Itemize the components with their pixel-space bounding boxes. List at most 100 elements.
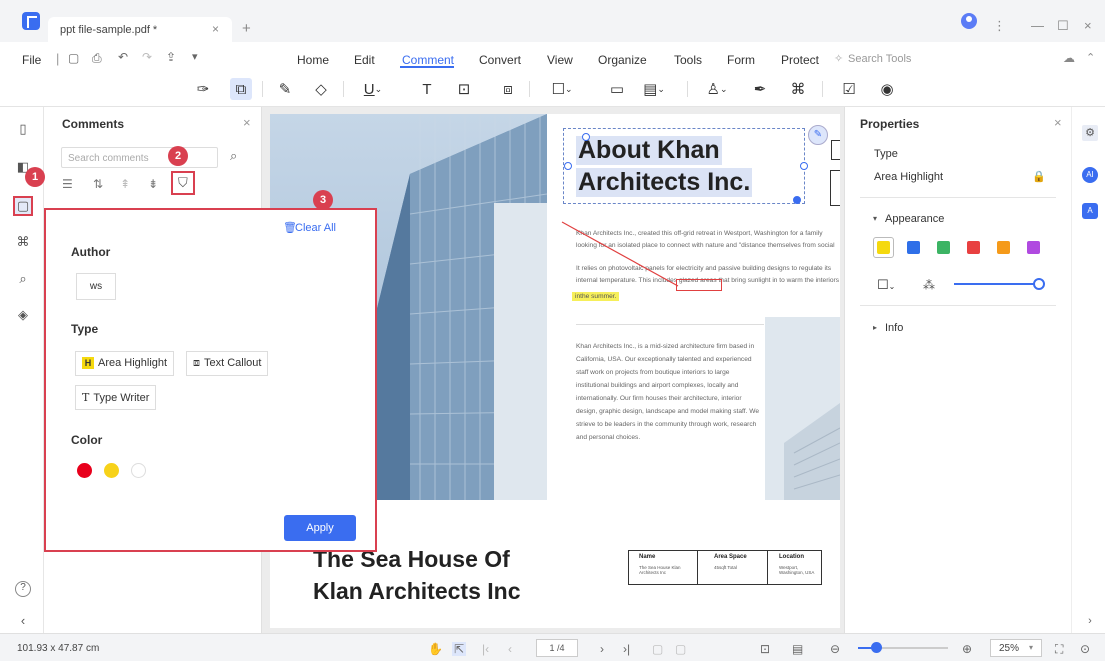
zoom-in-icon[interactable]: ⊕ [962,642,972,656]
highlight-icon[interactable]: ✑ [192,78,214,100]
show-comments-icon[interactable]: ◉ [876,78,898,100]
single-page-icon[interactable]: ▢ [652,642,663,656]
previous-page-icon[interactable]: ‹ [508,642,512,656]
swatch-orange[interactable] [997,241,1010,254]
menu-organize[interactable]: Organize [598,53,647,67]
swatch-blue[interactable] [907,241,920,254]
doc-heading-line1[interactable]: About Khan [576,136,722,165]
info-label[interactable]: Info [885,322,903,334]
swatch-green[interactable] [937,241,950,254]
color-red[interactable] [77,463,92,478]
type-chip-type-writer[interactable]: T Type Writer [75,385,157,410]
lock-icon[interactable]: 🔒 [1032,170,1046,183]
collapse-all-icon[interactable]: ⇟ [148,177,158,191]
fit-page-icon[interactable]: ⊡ [760,642,770,656]
opacity-slider[interactable] [954,283,1040,285]
apply-button[interactable]: Apply [284,515,356,541]
manage-comments-icon[interactable]: ☑ [838,78,860,100]
menu-tools[interactable]: Tools [674,53,702,67]
last-page-icon[interactable]: ›| [623,642,630,656]
menu-comment[interactable]: Comment [402,53,454,67]
color-white[interactable] [131,463,146,478]
close-icon[interactable]: × [243,115,251,130]
search-icon[interactable]: ⌕ [230,148,237,164]
cloud-upload-icon[interactable]: ☁ [1063,51,1075,65]
new-tab-icon[interactable]: + [242,20,251,37]
save-icon[interactable]: ▢ [68,51,79,65]
resize-handle[interactable] [582,133,590,141]
collapse-ribbon-icon[interactable]: ⌃ [1086,51,1095,64]
note-icon[interactable]: ▭ [606,78,628,100]
list-view-icon[interactable]: ☰ [62,177,73,191]
properties-toggle-icon[interactable]: ⚙ [1082,125,1098,141]
close-icon[interactable]: × [1054,115,1062,130]
print-icon[interactable]: ⎙ [92,51,102,66]
doc-heading-line2[interactable]: Architects Inc. [576,168,753,197]
fullscreen-icon[interactable]: ⛶ [1055,642,1063,657]
appearance-label[interactable]: Appearance [885,213,944,225]
stamp-pen-icon[interactable]: ✒ [749,78,771,100]
clear-all-button[interactable]: Clear All [295,222,336,234]
attachment-panel-icon[interactable]: ⌘ [15,234,31,250]
help-icon[interactable]: ? [15,581,31,597]
swatch-red[interactable] [967,241,980,254]
menu-home[interactable]: Home [297,53,329,67]
page-number-input[interactable]: 1 /4 [536,639,578,657]
comments-search-input[interactable]: Search comments [61,147,218,168]
first-page-icon[interactable]: |‹ [482,642,489,656]
text-box-icon[interactable]: ⊡ [453,78,475,100]
chevron-right-icon[interactable]: ▸ [873,323,877,332]
stamp-icon[interactable]: ▤ ⌄ [643,78,665,100]
comment-marker-icon[interactable]: ✎ [808,125,828,145]
zoom-level-select[interactable]: 25% ▾ [990,639,1042,657]
menu-form[interactable]: Form [727,53,755,67]
signature-icon[interactable]: ♙ ⌄ [706,78,728,100]
opacity-slider-handle[interactable] [1033,278,1045,290]
text-callout-icon[interactable]: ⧈ [497,78,519,100]
ai-assistant-icon[interactable]: AI [1082,167,1098,183]
pencil-icon[interactable]: ✎ [274,78,296,100]
search-tools-input[interactable]: Search Tools [848,53,911,65]
area-highlight-icon[interactable]: ⧉ [230,78,252,100]
eraser-icon[interactable]: ◇ [310,78,332,100]
tab-close-icon[interactable]: × [212,22,219,36]
underline-icon[interactable]: U ⌄ [362,78,384,100]
two-page-icon[interactable]: ▢ [675,642,686,656]
menu-protect[interactable]: Protect [781,53,819,67]
filter-button[interactable]: ⛉ [171,171,195,195]
attachment-icon[interactable]: ⌘ [787,78,809,100]
swatch-purple[interactable] [1027,241,1040,254]
menu-edit[interactable]: Edit [354,53,375,67]
collapse-right-icon[interactable]: › [1082,613,1098,629]
document-tab[interactable]: ppt file-sample.pdf * × [48,17,232,42]
menu-convert[interactable]: Convert [479,53,521,67]
color-yellow[interactable] [104,463,119,478]
menu-file[interactable]: File [22,53,41,67]
author-chip[interactable]: ws [76,273,116,300]
shape-icon[interactable]: ☐ ⌄ [551,78,573,100]
comment-panel-icon[interactable]: ▢ [13,196,33,216]
zoom-slider-handle[interactable] [871,642,882,653]
redo-icon[interactable]: ↷ [142,50,152,64]
more-options-icon[interactable]: ⋮ [993,18,1006,34]
text-icon[interactable]: T [416,78,438,100]
hand-tool-icon[interactable]: ✋ [428,642,443,656]
ai-translate-icon[interactable]: A [1082,203,1098,219]
page-layout-icon[interactable]: ▤ [792,642,803,656]
expand-all-icon[interactable]: ⇞ [120,177,130,191]
type-chip-area-highlight[interactable]: H Area Highlight [75,351,175,376]
quick-access-dropdown-icon[interactable]: ▾ [192,50,198,63]
undo-icon[interactable]: ↶ [118,50,128,64]
menu-view[interactable]: View [547,53,573,67]
resize-handle[interactable] [793,196,801,204]
layers-icon[interactable]: ◈ [15,307,31,323]
thumbnails-icon[interactable]: ▯ [15,121,31,137]
next-page-icon[interactable]: › [600,642,604,656]
search-panel-icon[interactable]: ⌕ [15,271,31,287]
maximize-button[interactable]: ☐ [1057,18,1069,34]
resize-handle[interactable] [564,162,572,170]
chevron-down-icon[interactable]: ▾ [873,214,877,223]
select-tool-icon[interactable]: ⇱ [452,642,467,656]
user-avatar[interactable] [961,13,977,29]
resize-handle[interactable] [800,162,808,170]
